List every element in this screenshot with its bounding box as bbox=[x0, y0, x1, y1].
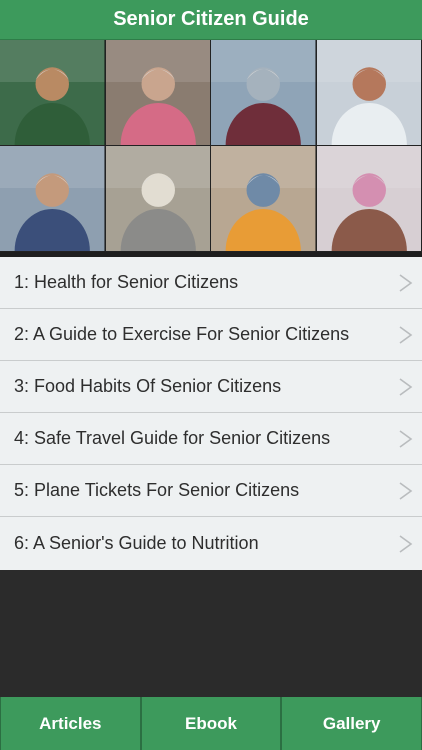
tab-ebook[interactable]: Ebook bbox=[140, 697, 282, 750]
chevron-right-icon bbox=[399, 377, 413, 396]
smiling-man-photo-tile bbox=[0, 146, 106, 252]
list-item-label: 3: Food Habits Of Senior Citizens bbox=[14, 376, 282, 396]
caregiver-photo-tile bbox=[105, 40, 211, 146]
couple-photo-tile bbox=[105, 146, 211, 252]
list-item-safe-travel[interactable]: 4: Safe Travel Guide for Senior Citizens bbox=[0, 413, 422, 465]
tab-articles[interactable]: Articles bbox=[0, 697, 141, 750]
grandparent-child-photo-tile bbox=[211, 146, 317, 252]
city-walk-photo-tile bbox=[211, 40, 317, 146]
chevron-right-icon bbox=[399, 481, 413, 500]
list-item-label: 6: A Senior's Guide to Nutrition bbox=[14, 533, 259, 553]
list-item-label: 5: Plane Tickets For Senior Citizens bbox=[14, 480, 300, 500]
list-item-label: 1: Health for Senior Citizens bbox=[14, 272, 239, 292]
mother-daughter-photo-tile bbox=[316, 146, 422, 252]
list-item-nutrition[interactable]: 6: A Senior's Guide to Nutrition bbox=[0, 517, 422, 570]
list-item-exercise[interactable]: 2: A Guide to Exercise For Senior Citize… bbox=[0, 309, 422, 361]
app-title: Senior Citizen Guide bbox=[113, 8, 309, 30]
app-header: Senior Citizen Guide bbox=[0, 0, 422, 40]
list-item-food-habits[interactable]: 3: Food Habits Of Senior Citizens bbox=[0, 361, 422, 413]
article-list: 1: Health for Senior Citizens 2: A Guide… bbox=[0, 257, 422, 570]
chevron-right-icon bbox=[399, 273, 413, 292]
list-item-plane-tickets[interactable]: 5: Plane Tickets For Senior Citizens bbox=[0, 465, 422, 517]
bottom-tab-bar: Articles Ebook Gallery bbox=[0, 697, 422, 750]
chevron-right-icon bbox=[399, 534, 413, 553]
photo-collage-banner bbox=[0, 40, 422, 252]
list-item-health[interactable]: 1: Health for Senior Citizens bbox=[0, 257, 422, 309]
doctor-photo-tile bbox=[316, 40, 422, 146]
tab-gallery[interactable]: Gallery bbox=[281, 697, 422, 750]
chevron-right-icon bbox=[399, 325, 413, 344]
grocer-photo-tile bbox=[0, 40, 106, 146]
list-item-label: 4: Safe Travel Guide for Senior Citizens bbox=[14, 428, 331, 448]
list-item-label: 2: A Guide to Exercise For Senior Citize… bbox=[14, 324, 350, 344]
chevron-right-icon bbox=[399, 429, 413, 448]
